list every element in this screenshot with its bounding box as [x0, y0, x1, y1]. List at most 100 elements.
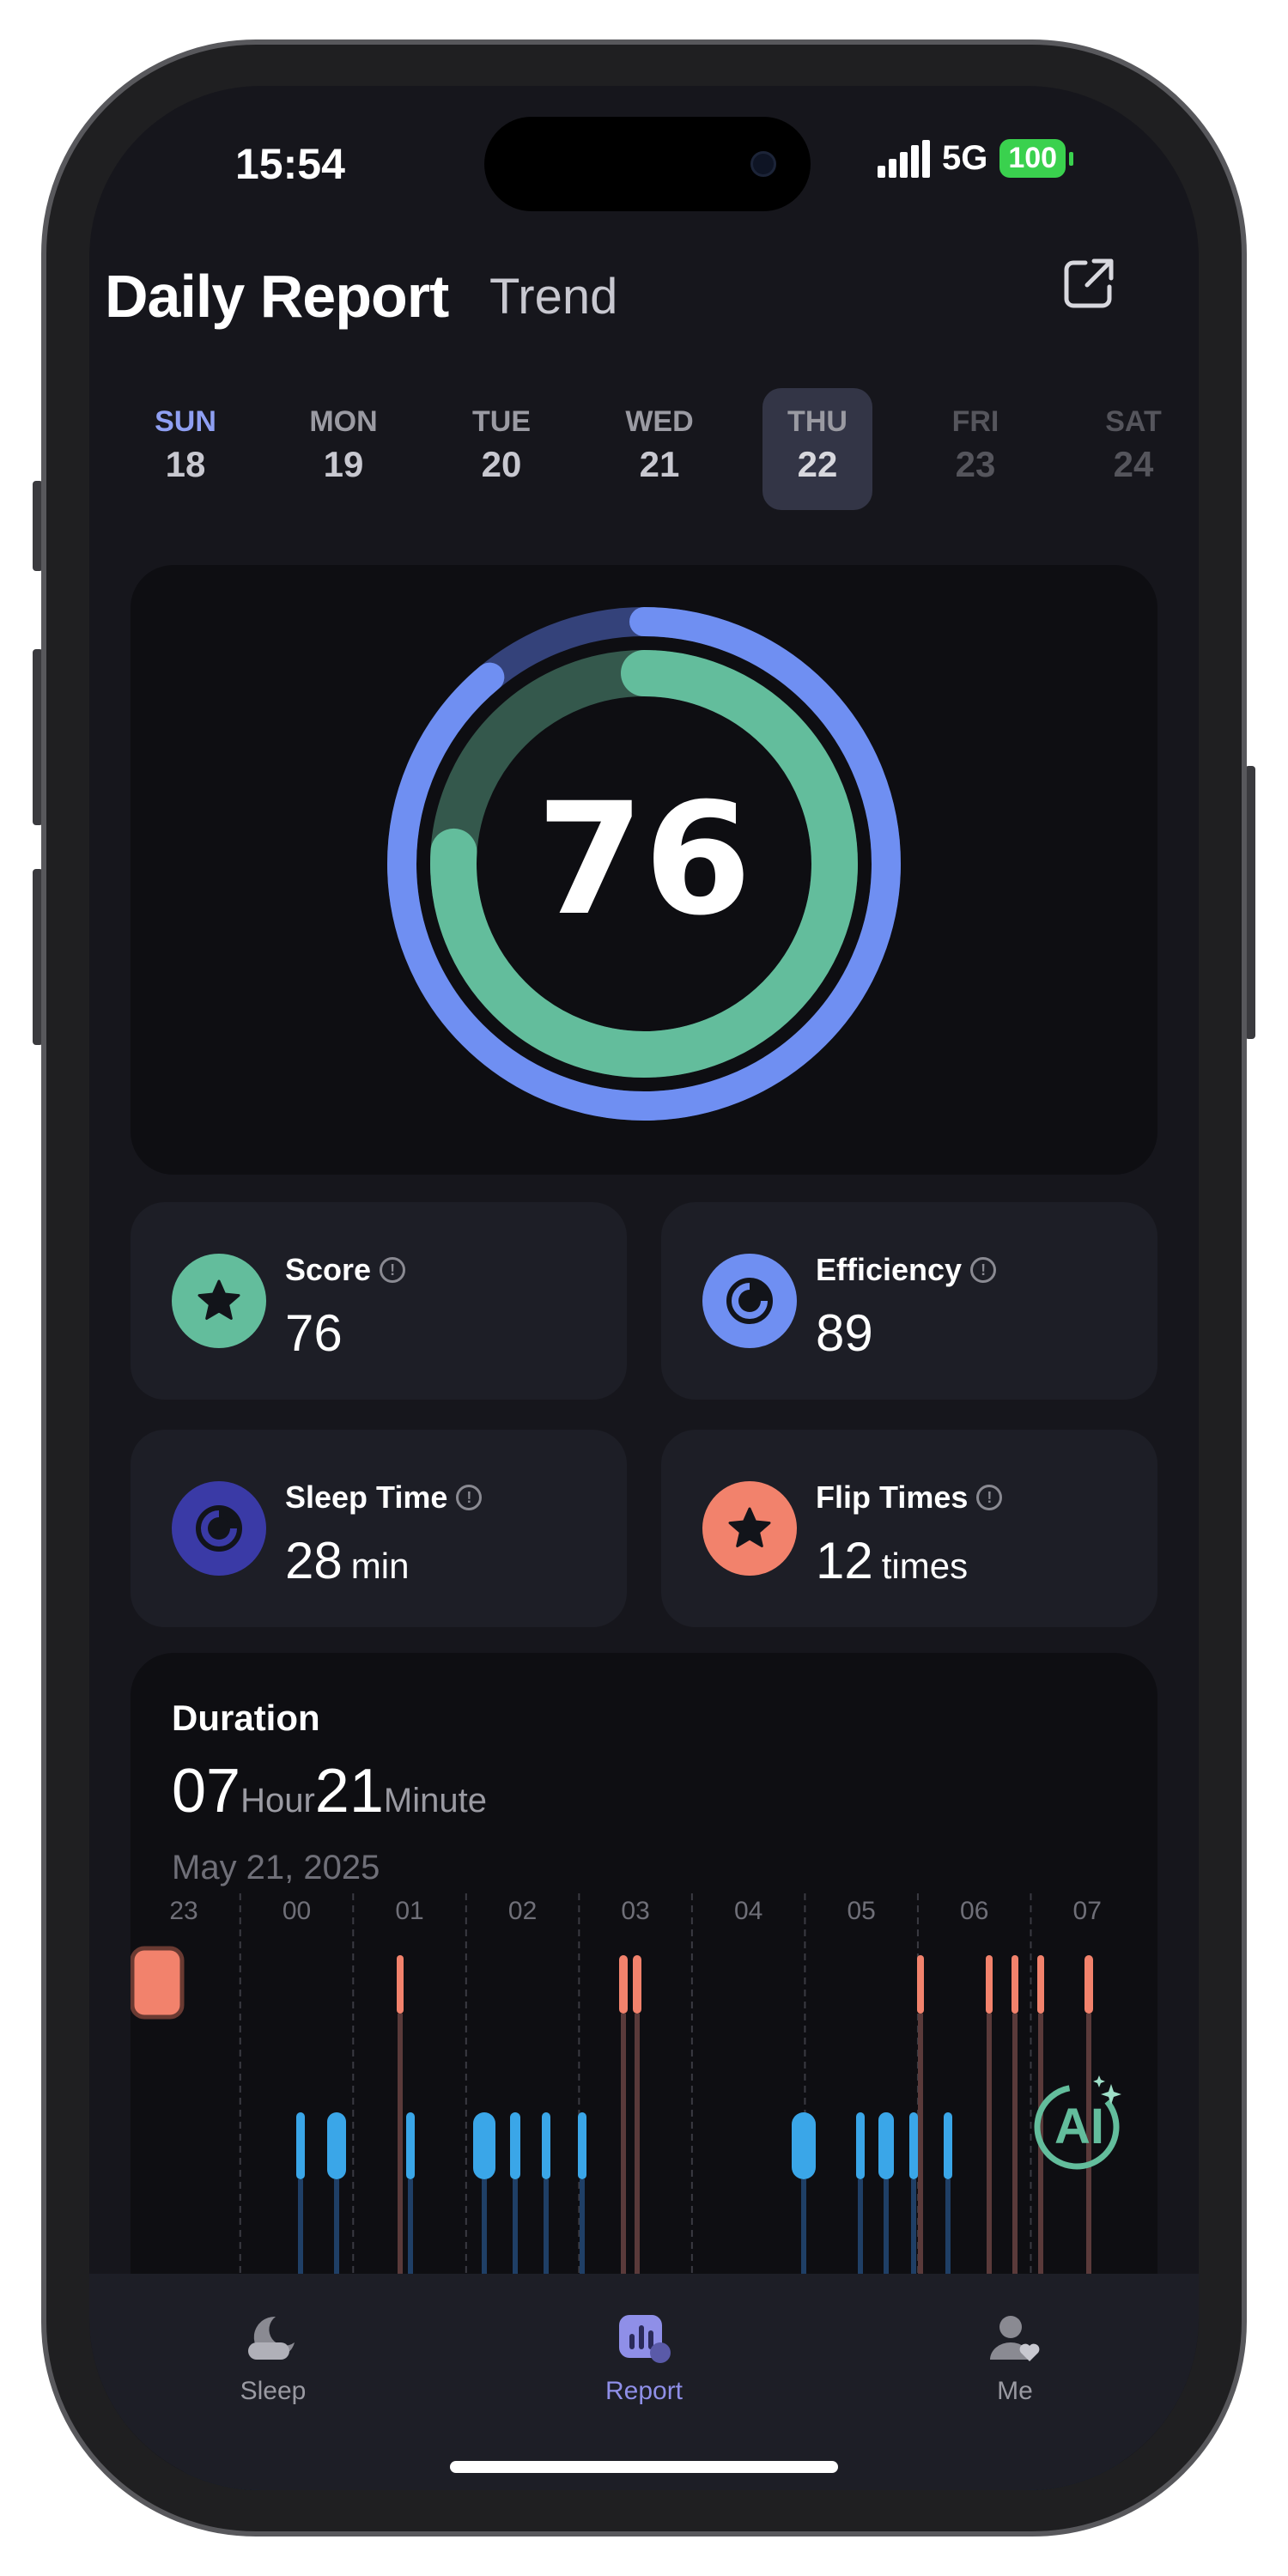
star-icon [702, 1481, 797, 1576]
awake-segment [986, 1955, 993, 2014]
day-thu[interactable]: THU 22 [762, 388, 872, 510]
report-chart-icon [619, 2315, 671, 2363]
tab-sleep-label: Sleep [240, 2377, 307, 2405]
score-stat-card[interactable]: Score! 76 [131, 1202, 627, 1400]
score-value: 76 [285, 1304, 343, 1362]
ai-assistant-button[interactable]: AI [1034, 2075, 1123, 2172]
day-mon[interactable]: MON 19 [289, 388, 398, 510]
sleep-time-label: Sleep Time [285, 1479, 448, 1515]
day-sat[interactable]: SAT 24 [1078, 388, 1188, 510]
moon-cloud-icon [248, 2316, 295, 2360]
pie-chart-icon [172, 1481, 266, 1576]
sleep-time-stat-card[interactable]: Sleep Time! 28 min [131, 1430, 627, 1627]
hour-tick-label: 06 [960, 1897, 988, 1925]
duration-hours-unit: Hour [240, 1782, 315, 1820]
awake-segment [633, 1955, 641, 2014]
day-name: THU [787, 405, 848, 438]
status-time: 15:54 [235, 140, 345, 188]
flip-times-label: Flip Times [816, 1479, 969, 1515]
sleep-time-unit: min [350, 1546, 410, 1586]
flip-times-stat-card[interactable]: Flip Times! 12 times [661, 1430, 1157, 1627]
light-sleep-segment [406, 2112, 415, 2179]
day-date: 24 [1113, 444, 1154, 484]
score-ring-value: 76 [537, 770, 752, 950]
star-icon [172, 1254, 266, 1348]
light-sleep-segment [510, 2112, 520, 2179]
hour-tick-label: 07 [1073, 1897, 1102, 1925]
info-icon[interactable]: ! [976, 1485, 1003, 1510]
user-heart-icon [990, 2316, 1040, 2361]
day-name: TUE [472, 405, 531, 438]
efficiency-stat-card[interactable]: Efficiency! 89 [661, 1202, 1157, 1400]
signal-icon [878, 139, 930, 178]
info-icon[interactable]: ! [380, 1257, 406, 1283]
day-date: 20 [481, 444, 522, 484]
share-icon[interactable] [1061, 254, 1118, 311]
hour-tick-label: 05 [847, 1897, 875, 1925]
light-sleep-segment [856, 2112, 865, 2179]
awake-segment [1012, 1955, 1018, 2014]
day-fri[interactable]: FRI 23 [920, 388, 1030, 510]
info-icon[interactable]: ! [456, 1485, 483, 1510]
page-title: Daily Report [105, 263, 449, 330]
hour-tick-label: 02 [508, 1897, 537, 1925]
tab-report-label: Report [605, 2377, 683, 2405]
tab-sleep[interactable]: Sleep [187, 2308, 359, 2406]
bottom-tab-bar: Sleep Report Me [89, 2274, 1199, 2490]
score-ring: 76 [387, 607, 901, 1121]
light-sleep-segment [542, 2112, 550, 2179]
day-tue[interactable]: TUE 20 [447, 388, 556, 510]
duration-total: 07Hour21Minute [172, 1756, 487, 1826]
duration-minutes: 21 [314, 1757, 384, 1826]
light-sleep-segment [327, 2112, 346, 2179]
awake-segment [619, 1955, 628, 2014]
light-sleep-segment [878, 2112, 894, 2179]
day-date: 21 [639, 444, 680, 484]
light-sleep-segment [578, 2112, 586, 2179]
duration-minutes-unit: Minute [383, 1782, 487, 1820]
day-date: 22 [797, 444, 838, 484]
day-name: SAT [1105, 405, 1162, 438]
efficiency-label: Efficiency [816, 1252, 963, 1287]
home-indicator [450, 2461, 838, 2473]
flip-times-unit: times [881, 1546, 969, 1586]
score-ring-card: 76 [131, 565, 1157, 1175]
day-sun[interactable]: SUN 18 [131, 388, 240, 510]
efficiency-value: 89 [816, 1304, 873, 1362]
duration-date: May 21, 2025 [172, 1849, 380, 1886]
tab-me-label: Me [997, 2377, 1033, 2405]
battery-icon [1069, 151, 1074, 166]
awake-segment [917, 1955, 924, 2014]
sleep-time-value: 28 [285, 1532, 343, 1589]
hour-tick-label: 04 [734, 1897, 762, 1925]
day-wed[interactable]: WED 21 [605, 388, 714, 510]
hour-tick-label: 23 [169, 1897, 197, 1925]
light-sleep-segment [944, 2112, 952, 2179]
awake-segment [397, 1955, 404, 2014]
flip-times-value: 12 [816, 1532, 873, 1589]
ai-label: AI [1054, 2099, 1104, 2154]
tab-report[interactable]: Report [558, 2308, 730, 2406]
info-icon[interactable]: ! [970, 1257, 997, 1283]
score-label: Score [285, 1252, 372, 1287]
phone-screen: 15:54 5G 100 Daily Report Trend SUN 18 MON… [89, 86, 1199, 2490]
light-sleep-segment [296, 2112, 305, 2179]
day-date: 19 [323, 444, 364, 484]
hour-tick-label: 03 [621, 1897, 649, 1925]
awake-segment [1084, 1955, 1093, 2014]
day-date: 23 [955, 444, 996, 484]
tab-trend[interactable]: Trend [489, 268, 617, 325]
hour-tick-label: 01 [395, 1897, 423, 1925]
week-day-selector: SUN 18 MON 19 TUE 20 WED 21 THU 22 FRI 23 SAT 24 [131, 388, 1178, 517]
awake-segment [1037, 1955, 1044, 2014]
duration-hours: 07 [172, 1757, 241, 1826]
awake-segment [131, 1946, 185, 2020]
light-sleep-segment [792, 2112, 816, 2179]
camera-icon [750, 151, 776, 177]
light-sleep-segment [473, 2112, 495, 2179]
day-name: MON [309, 405, 378, 438]
status-indicators: 5G 100 [878, 139, 1074, 178]
day-name: SUN [155, 405, 216, 438]
tab-me[interactable]: Me [929, 2308, 1101, 2406]
day-name: WED [625, 405, 694, 438]
